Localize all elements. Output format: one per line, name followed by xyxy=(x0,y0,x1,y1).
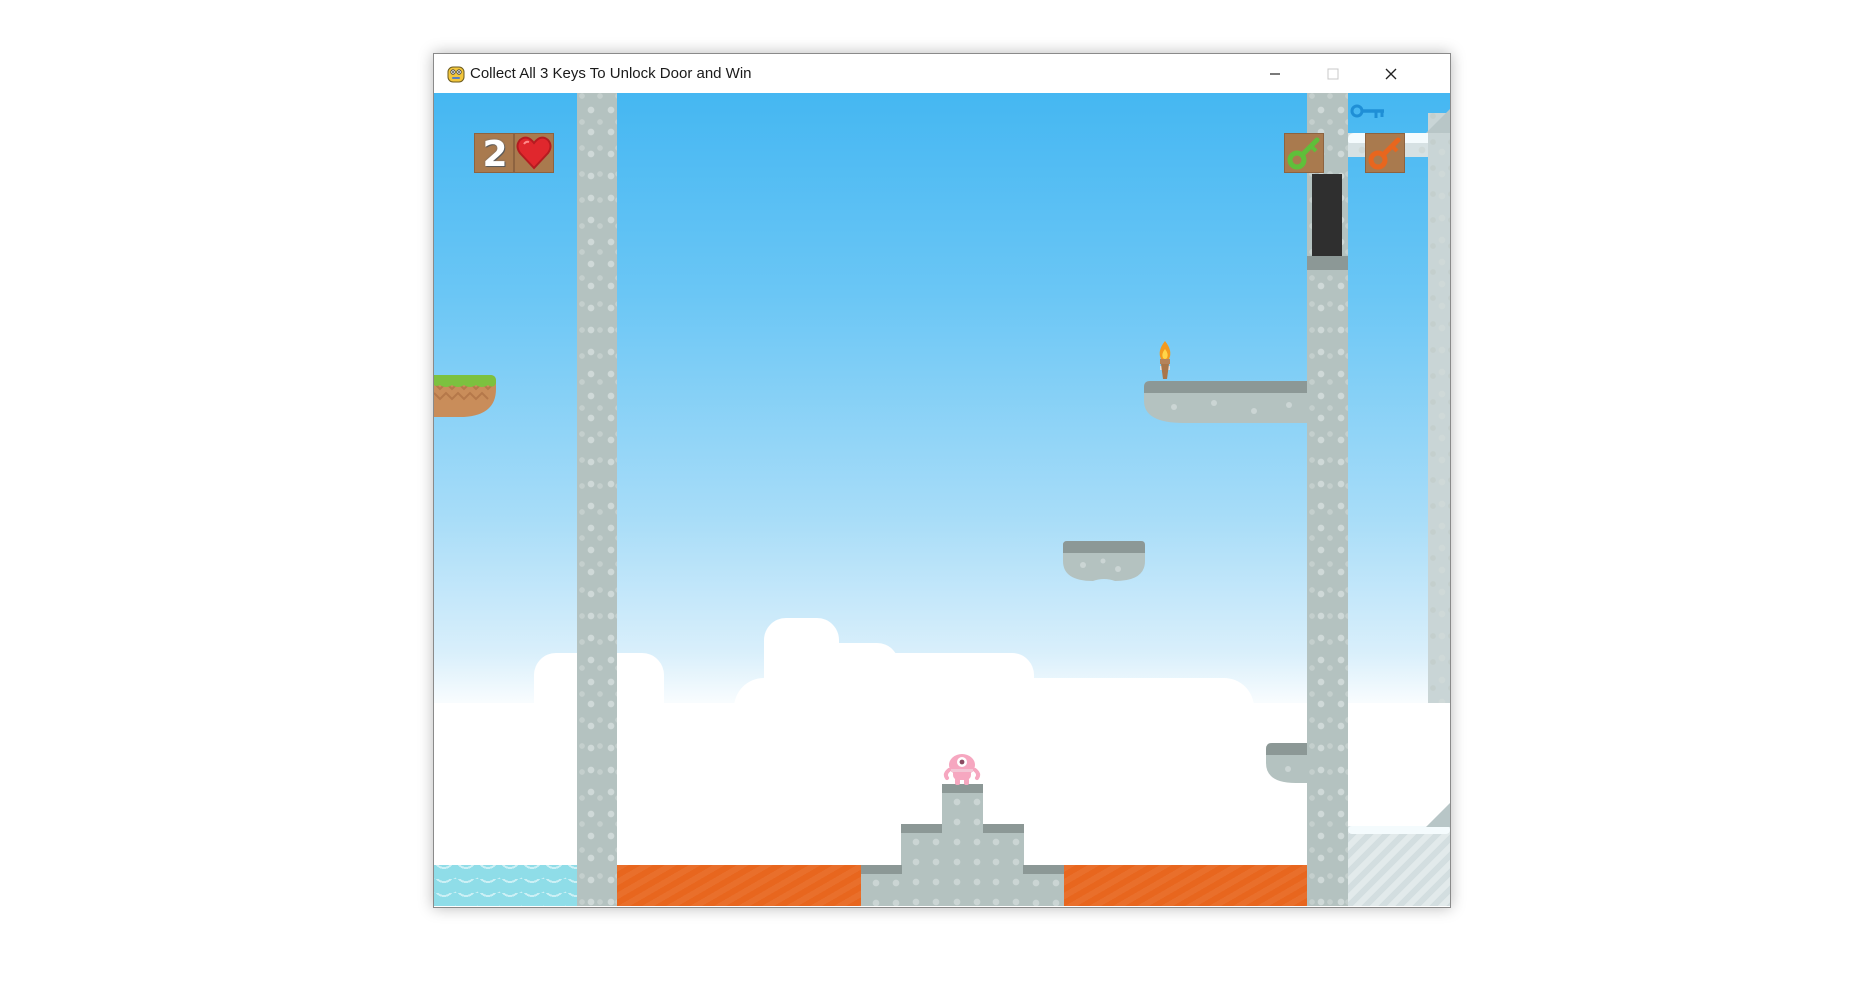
lives-count: 2 xyxy=(482,133,508,175)
close-icon xyxy=(1385,68,1397,80)
window-title: Collect All 3 Keys To Unlock Door and Wi… xyxy=(470,65,752,82)
title-bar[interactable]: Collect All 3 Keys To Unlock Door and Wi… xyxy=(434,54,1450,93)
stone-ledge-small xyxy=(1266,743,1308,785)
stone-ledge xyxy=(901,824,942,833)
minimize-button[interactable] xyxy=(1246,54,1304,93)
floating-stone-platform xyxy=(1063,541,1145,583)
stone-ledge xyxy=(1023,865,1064,874)
maximize-button[interactable] xyxy=(1304,54,1362,93)
heart-icon xyxy=(514,133,554,173)
snow-wall xyxy=(1428,113,1450,703)
game-window: Collect All 3 Keys To Unlock Door and Wi… xyxy=(433,53,1451,908)
snow-slope xyxy=(1426,109,1450,133)
green-key-icon xyxy=(1284,133,1324,173)
snow-ground xyxy=(1348,826,1450,906)
snow-cap xyxy=(1348,826,1450,834)
lives-counter: 2 xyxy=(474,133,514,175)
water-pool xyxy=(434,865,577,906)
stone-ledge-right xyxy=(1144,381,1308,423)
snow-slope xyxy=(1426,801,1450,827)
close-button[interactable] xyxy=(1362,54,1420,93)
stone-step-top xyxy=(942,784,983,906)
maximize-icon xyxy=(1327,68,1339,80)
grass-platform xyxy=(434,375,496,417)
minimize-icon xyxy=(1269,68,1281,80)
blue-key-icon xyxy=(1350,103,1386,121)
locked-door xyxy=(1312,174,1342,256)
torch-icon xyxy=(1155,341,1175,381)
game-canvas[interactable]: 2 xyxy=(434,93,1450,906)
lava-pool-right xyxy=(1064,865,1307,906)
stone-ledge xyxy=(983,824,1024,833)
stone-ledge xyxy=(861,865,902,874)
pink-alien-player xyxy=(942,752,982,786)
orange-key-icon xyxy=(1365,133,1405,173)
door-ledge xyxy=(1307,256,1348,270)
lava-pool-left xyxy=(617,865,861,906)
stone-pillar-left xyxy=(577,93,617,906)
pygame-snake-icon xyxy=(446,64,466,84)
